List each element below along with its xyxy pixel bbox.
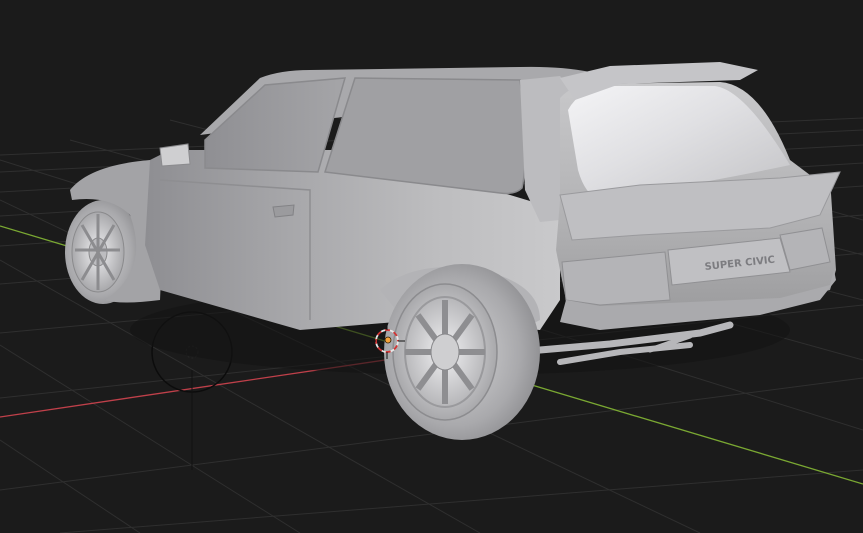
taillight-left [561,251,671,306]
origin-marker-icon [384,336,392,344]
rear-wheel[interactable] [384,264,540,440]
3d-viewport[interactable]: SUPER CIVIC [0,0,863,533]
side-window-rear [324,77,527,195]
side-mirror [159,143,191,167]
door-handle [272,204,295,218]
viewport-canvas[interactable]: SUPER CIVIC [0,0,863,533]
